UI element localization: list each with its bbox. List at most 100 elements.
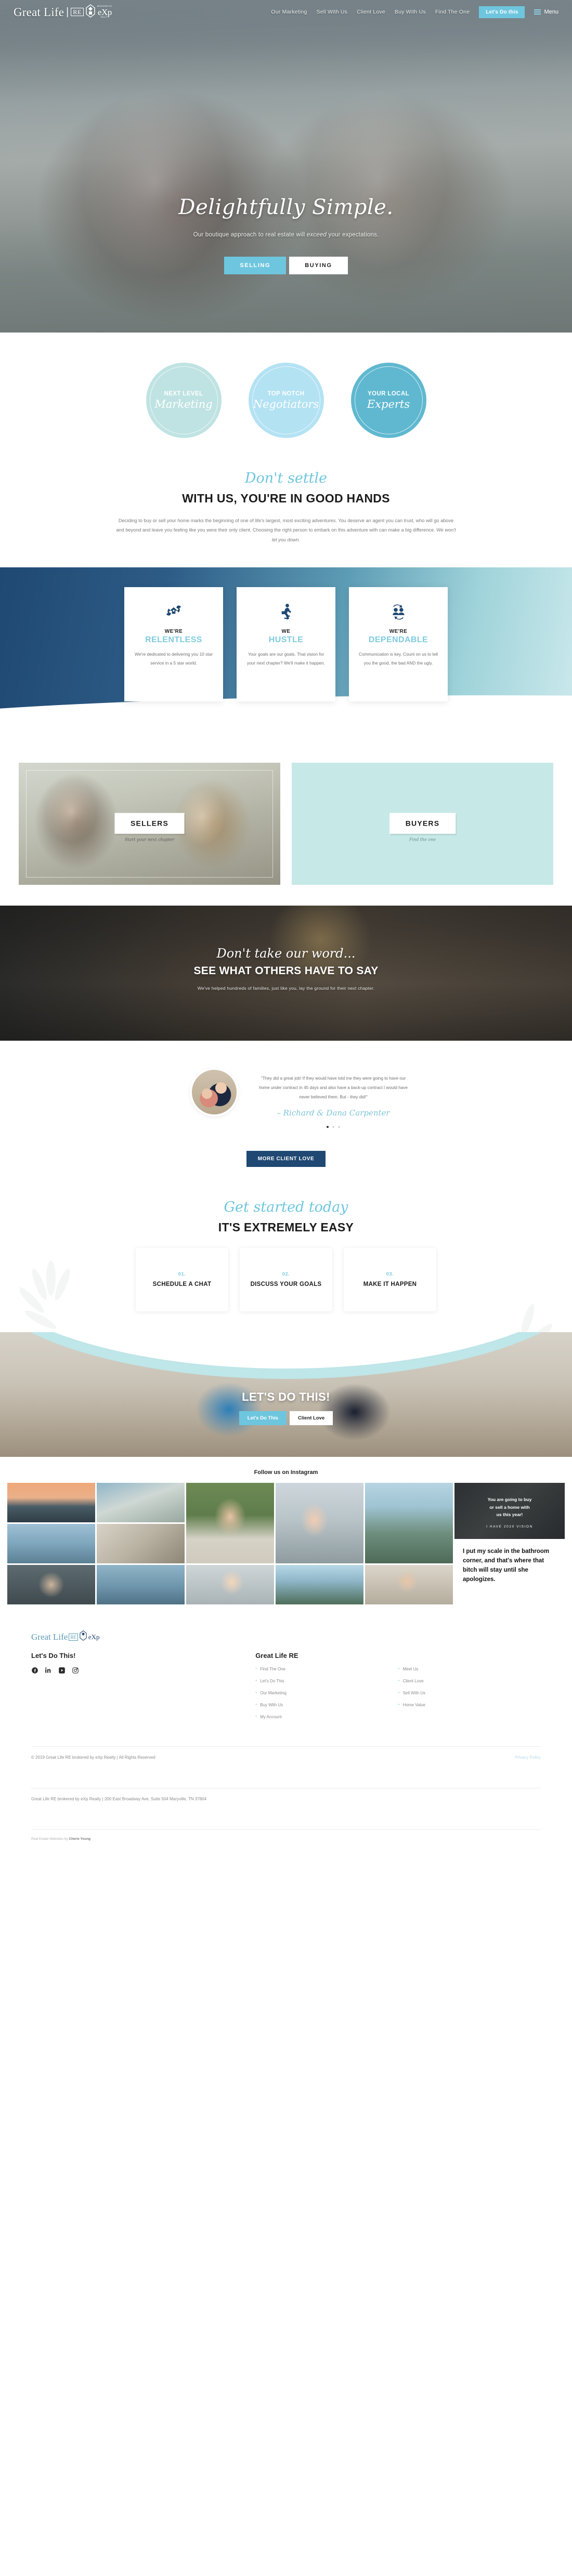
step-make-it-happen[interactable]: 03. MAKE IT HAPPEN bbox=[344, 1248, 436, 1312]
footer-link-client-love[interactable]: Client Love bbox=[403, 1679, 424, 1683]
client-love-button[interactable]: Client Love bbox=[290, 1411, 333, 1426]
instagram-tile[interactable] bbox=[7, 1565, 95, 1605]
carousel-dot-1[interactable] bbox=[327, 1126, 329, 1128]
circle-experts[interactable]: YOUR LOCAL Experts bbox=[350, 363, 426, 438]
testimonial-section: "They did a great job! If they would hav… bbox=[0, 1041, 572, 1137]
step-2-number: 02. bbox=[282, 1271, 290, 1277]
buyers-panel[interactable]: BUYERS Find the one bbox=[292, 763, 553, 885]
nav-item-client-love[interactable]: Client Love bbox=[357, 9, 385, 15]
circle-marketing[interactable]: NEXT LEVEL Marketing bbox=[146, 363, 222, 438]
instagram-tile[interactable] bbox=[365, 1483, 453, 1564]
buying-button[interactable]: BUYING bbox=[289, 257, 348, 274]
card-hustle-line1: WE bbox=[281, 629, 291, 635]
footer-copyright: © 2019 Great Life RE brokered by eXp Rea… bbox=[31, 1755, 155, 1760]
step-discuss-your-goals[interactable]: 02. DISCUSS YOUR GOALS bbox=[240, 1248, 332, 1312]
card-dependable-desc: Communication is key. Count on us to tel… bbox=[358, 652, 438, 666]
footer-logo[interactable]: Great Life RE eXp bbox=[31, 1630, 541, 1643]
carousel-dot-3[interactable] bbox=[338, 1126, 340, 1128]
footer-link-our-marketing[interactable]: Our Marketing bbox=[260, 1691, 287, 1695]
footer-link-item[interactable]: Find The One bbox=[255, 1666, 398, 1671]
footer-link-lets-do-this[interactable]: Let's Do This bbox=[260, 1679, 284, 1683]
footer-link-item[interactable]: My Account bbox=[255, 1714, 398, 1719]
instagram-tile[interactable] bbox=[97, 1483, 185, 1523]
instagram-tile[interactable] bbox=[186, 1483, 274, 1564]
nav-item-sell-with-us[interactable]: Sell With Us bbox=[317, 9, 348, 15]
footer-link-meet-us[interactable]: Meet Us bbox=[403, 1667, 419, 1671]
footer-link-item[interactable]: Meet Us bbox=[398, 1666, 541, 1671]
dont-settle-script: Don't settle bbox=[244, 470, 328, 486]
footer-exp-logo-mark bbox=[79, 1630, 87, 1643]
footer-brand-name: Great Life bbox=[31, 1632, 68, 1642]
footer-link-item[interactable]: Let's Do This bbox=[255, 1678, 398, 1683]
instagram-tile[interactable] bbox=[97, 1565, 185, 1605]
instagram-tile[interactable] bbox=[186, 1565, 274, 1605]
site-logo[interactable]: Great Life | RE BROKERED BY eXp REALTY bbox=[14, 4, 112, 20]
testimonial-carousel-dots[interactable] bbox=[255, 1126, 411, 1128]
avatar-face-left bbox=[201, 1088, 212, 1099]
sellers-panel[interactable]: SELLERS Start your next chapter bbox=[19, 763, 280, 885]
sellers-label-box: SELLERS Start your next chapter bbox=[114, 813, 185, 842]
facebook-icon[interactable] bbox=[31, 1667, 38, 1674]
instagram-tile[interactable] bbox=[365, 1565, 453, 1605]
step-3-number: 03. bbox=[386, 1271, 394, 1277]
footer-link-find-the-one[interactable]: Find The One bbox=[260, 1667, 285, 1671]
menu-toggle[interactable]: Menu bbox=[534, 9, 558, 15]
card-relentless-desc: We're dedicated to delivering you 10 sta… bbox=[135, 652, 213, 666]
footer-link-sell-with-us[interactable]: Sell With Us bbox=[403, 1691, 426, 1695]
more-client-love-button[interactable]: MORE CLIENT LOVE bbox=[246, 1151, 326, 1167]
page-root: Great Life | RE BROKERED BY eXp REALTY O… bbox=[0, 0, 572, 1852]
circle-negotiators[interactable]: TOP NOTCH Negotiators bbox=[248, 363, 324, 438]
dont-settle-body: Deciding to buy or sell your home marks … bbox=[104, 516, 468, 545]
footer-link-my-account[interactable]: My Account bbox=[260, 1715, 281, 1719]
linkedin-icon[interactable] bbox=[45, 1667, 52, 1674]
instagram-heading: Follow us on Instagram bbox=[254, 1469, 318, 1476]
quote-card-line1: You are going to buy bbox=[487, 1496, 532, 1502]
instagram-quote-card: You are going to buy or sell a home with… bbox=[454, 1483, 565, 1605]
hero-content: Delightfully Simple. Our boutique approa… bbox=[0, 24, 572, 274]
footer-link-item[interactable]: Sell With Us bbox=[398, 1690, 541, 1695]
logo-brand-name: Great Life bbox=[14, 5, 64, 19]
header-cta-button[interactable]: Let's Do this bbox=[479, 6, 525, 18]
footer-link-item[interactable]: Client Love bbox=[398, 1678, 541, 1683]
footer-link-buy-with-us[interactable]: Buy With Us bbox=[260, 1703, 283, 1707]
instagram-tile[interactable] bbox=[7, 1483, 95, 1523]
nav-item-our-marketing[interactable]: Our Marketing bbox=[271, 9, 307, 15]
selling-button[interactable]: SELLING bbox=[224, 257, 287, 274]
instagram-tile[interactable] bbox=[7, 1524, 95, 1564]
lets-do-this-button[interactable]: Let's Do This bbox=[239, 1411, 287, 1426]
card-relentless: WE'RE RELENTLESS We're dedicated to deli… bbox=[124, 587, 223, 702]
instagram-grid bbox=[7, 1483, 453, 1605]
footer-link-home-value[interactable]: Home Value bbox=[403, 1703, 425, 1707]
site-footer: Great Life RE eXp Let's Do This! Great L… bbox=[0, 1617, 572, 1852]
get-started-script: Get started today bbox=[224, 1199, 348, 1216]
card-relentless-line2: RELENTLESS bbox=[145, 635, 202, 645]
footer-credit-name[interactable]: Cherie Young bbox=[69, 1837, 91, 1841]
footer-links-group-a: Find The One Let's Do This Our Marketing… bbox=[255, 1666, 398, 1727]
logo-exp: BROKERED BY eXp REALTY bbox=[97, 5, 112, 18]
footer-credit-pre: Real Estate Websites by bbox=[31, 1837, 69, 1841]
nav-item-find-the-one[interactable]: Find The One bbox=[435, 9, 470, 15]
instagram-tile[interactable] bbox=[276, 1483, 363, 1564]
nav-item-buy-with-us[interactable]: Buy With Us bbox=[395, 9, 426, 15]
carousel-dot-2[interactable] bbox=[332, 1126, 334, 1128]
quote-card-line3: us this year! bbox=[496, 1512, 523, 1518]
instagram-icon[interactable] bbox=[72, 1667, 79, 1674]
youtube-icon[interactable] bbox=[58, 1667, 66, 1674]
instagram-tile[interactable] bbox=[97, 1524, 185, 1564]
testimonial-author: – Richard & Dana Carpenter bbox=[277, 1108, 390, 1118]
footer-link-item[interactable]: Home Value bbox=[398, 1702, 541, 1707]
buyers-caption: Find the one bbox=[409, 837, 436, 842]
footer-link-item[interactable]: Buy With Us bbox=[255, 1702, 398, 1707]
hero-script-title: Delightfully Simple. bbox=[178, 195, 394, 219]
hero-section: Great Life | RE BROKERED BY eXp REALTY O… bbox=[0, 0, 572, 333]
sellers-label[interactable]: SELLERS bbox=[114, 813, 185, 834]
privacy-policy-link[interactable]: Privacy Policy bbox=[515, 1755, 541, 1760]
buyers-label[interactable]: BUYERS bbox=[389, 813, 456, 834]
hands-house-icon bbox=[133, 599, 215, 626]
quote-card-top: You are going to buy or sell a home with… bbox=[454, 1483, 565, 1539]
sellers-buyers-section: SELLERS Start your next chapter BUYERS F… bbox=[0, 739, 572, 906]
footer-link-item[interactable]: Our Marketing bbox=[255, 1690, 398, 1695]
step-schedule-a-chat[interactable]: 01. SCHEDULE A CHAT bbox=[136, 1248, 228, 1312]
footer-column-social: Let's Do This! bbox=[31, 1652, 255, 1727]
instagram-tile[interactable] bbox=[276, 1565, 363, 1605]
